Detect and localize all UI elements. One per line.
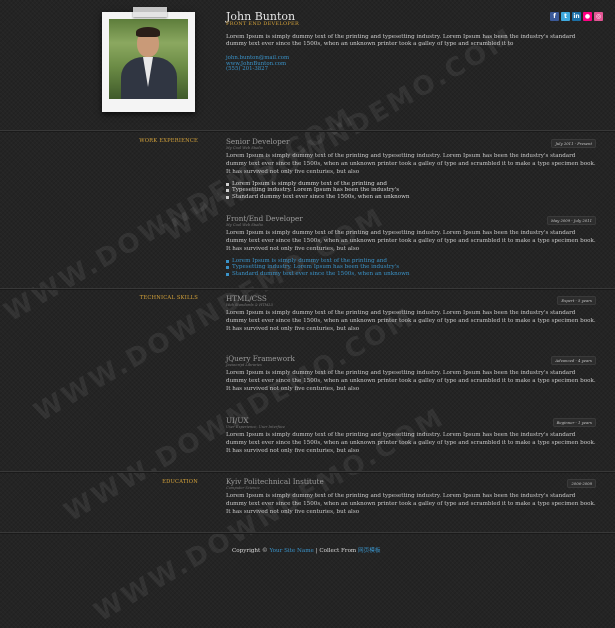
footer-site-link[interactable]: Your Site Name: [269, 548, 313, 554]
skill-description: Lorem Ipsum is simply dummy text of the …: [226, 310, 596, 332]
facebook-icon[interactable]: f: [550, 12, 559, 21]
watermark-text: WWW.DOWNDEMO.COM: [159, 22, 521, 248]
skill-title: HTML/CSS: [226, 294, 267, 303]
profile-photo: [109, 19, 188, 99]
skill-level: Advanced - 4 years: [551, 356, 596, 365]
section-divider: [0, 130, 615, 132]
footer-collect: | Collect From: [315, 548, 357, 554]
work-title: Front/End Developer: [226, 214, 303, 223]
section-label-skills: TECHNICAL SKILLS: [139, 295, 198, 301]
skill-level: Expert - 5 years: [557, 296, 596, 305]
section-label-work: WORK EXPERIENCE: [139, 138, 198, 144]
work-bullets: Lorem Ipsum is simply dummy text of the …: [226, 258, 410, 277]
list-item: Standard dummy text ever since the 1500s…: [226, 194, 410, 200]
contact-phone: (555) 201-3827: [226, 66, 269, 73]
skill-sub: User Experience, User Interface: [226, 425, 286, 429]
section-divider: [0, 471, 615, 473]
education-sub: Computer Science: [226, 486, 260, 490]
footer-copyright: Copyright ©: [232, 548, 268, 554]
linkedin-icon[interactable]: in: [572, 12, 581, 21]
skill-sub: Web Standards & HTML5: [226, 303, 274, 307]
skill-sub: Javascript Libraries: [226, 363, 262, 367]
work-description: Lorem Ipsum is simply dummy text of the …: [226, 153, 596, 175]
contact-block: john.bunton@mail.com www.JohnBunton.com …: [226, 55, 289, 73]
work-date: July 2011 - Present: [551, 139, 596, 148]
education-date: 2006-2008: [567, 479, 596, 488]
photo-tape: [133, 7, 167, 17]
education-title: Kyiv Politechnical Institute: [226, 477, 324, 486]
work-description: Lorem Ipsum is simply dummy text of the …: [226, 230, 596, 252]
skill-level: Beginner - 1 years: [552, 418, 596, 427]
section-divider: [0, 288, 615, 290]
skill-title: jQuery Framework: [226, 354, 295, 363]
skill-description: Lorem Ipsum is simply dummy text of the …: [226, 432, 596, 454]
work-company: My Cool Web Studio: [226, 146, 264, 150]
skill-title: UI/UX: [226, 416, 249, 425]
profile-role: FRONT END DEVELOPER: [226, 21, 300, 27]
work-date: May 2009 - July 2011: [546, 216, 596, 225]
section-label-education: EDUCATION: [162, 479, 198, 485]
profile-intro: Lorem Ipsum is simply dummy text of the …: [226, 34, 576, 48]
work-company: My Cool Web Studio: [226, 223, 264, 227]
dribbble-icon[interactable]: ◎: [594, 12, 603, 21]
profile-photo-frame: [102, 12, 195, 112]
education-description: Lorem Ipsum is simply dummy text of the …: [226, 493, 596, 515]
footer-template-link[interactable]: 网页模板: [358, 548, 380, 554]
photo-hair: [136, 27, 160, 37]
footer: Copyright © Your Site Name | Collect Fro…: [232, 546, 380, 554]
social-links: f t in ● ◎: [550, 12, 603, 21]
twitter-icon[interactable]: t: [561, 12, 570, 21]
skill-description: Lorem Ipsum is simply dummy text of the …: [226, 370, 596, 392]
section-divider: [0, 532, 615, 534]
work-bullets: Lorem Ipsum is simply dummy text of the …: [226, 181, 410, 200]
list-item[interactable]: Standard dummy text ever since the 1500s…: [226, 271, 410, 277]
flickr-icon[interactable]: ●: [583, 12, 592, 21]
work-title: Senior Developer: [226, 137, 290, 146]
